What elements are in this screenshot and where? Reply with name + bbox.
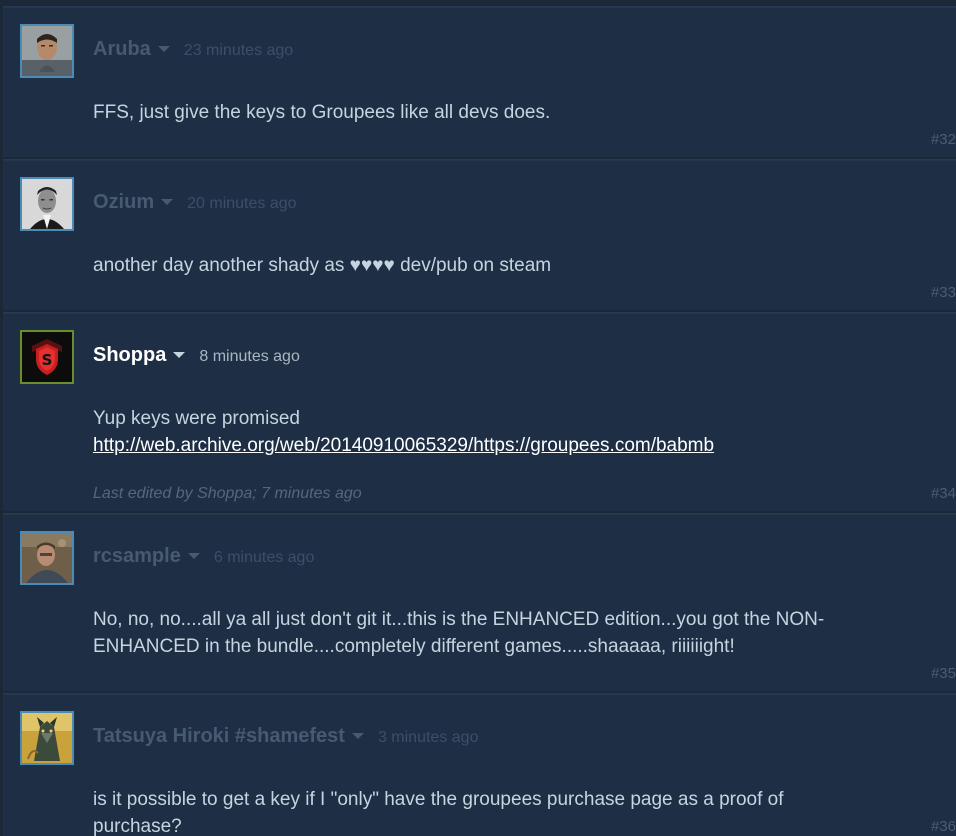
comment-number[interactable]: #33 — [931, 284, 956, 301]
svg-text:S: S — [42, 351, 53, 369]
comment-thread: Aruba 23 minutes ago FFS, just give the … — [0, 0, 956, 836]
avatar-shoppa[interactable]: S — [20, 330, 74, 384]
author-line: Tatsuya Hiroki #shamefest 3 minutes ago — [93, 725, 478, 749]
timestamp: 6 minutes ago — [213, 549, 315, 566]
author-name[interactable]: Tatsuya Hiroki #shamefest — [93, 725, 345, 748]
author-line: rcsample 6 minutes ago — [93, 545, 314, 569]
comment-number[interactable]: #32 — [931, 131, 956, 148]
chevron-down-icon[interactable] — [161, 199, 174, 205]
avatar-image — [22, 26, 72, 76]
chevron-down-icon[interactable] — [173, 352, 186, 358]
archive-link[interactable]: http://web.archive.org/web/2014091006532… — [93, 435, 714, 456]
timestamp: 8 minutes ago — [199, 348, 300, 365]
avatar-aruba[interactable] — [20, 24, 74, 78]
author-name[interactable]: Aruba — [93, 38, 151, 61]
avatar-rcsample[interactable] — [20, 531, 74, 585]
edited-note: Last edited by Shoppa; 7 minutes ago — [93, 485, 362, 502]
comment-number[interactable]: #34 — [931, 485, 956, 502]
avatar-image — [22, 533, 72, 583]
chevron-down-icon[interactable] — [351, 733, 364, 739]
avatar-image — [22, 179, 72, 229]
comment-32: Aruba 23 minutes ago FFS, just give the … — [3, 6, 956, 157]
shield-s-logo-icon: S — [22, 332, 72, 382]
chevron-down-icon[interactable] — [187, 553, 200, 559]
timestamp: 3 minutes ago — [377, 729, 479, 746]
comment-body: Yup keys were promised http://web.archiv… — [93, 405, 876, 459]
timestamp: 23 minutes ago — [183, 42, 294, 59]
comment-text: is it possible to get a key if I "only" … — [93, 789, 784, 836]
comment-text: Yup keys were promised — [93, 408, 300, 429]
author-name[interactable]: Shoppa — [93, 344, 166, 367]
avatar-tatsuya-hiroki[interactable] — [20, 711, 74, 765]
author-name[interactable]: rcsample — [93, 545, 181, 568]
chevron-down-icon[interactable] — [157, 46, 170, 52]
comment-text: FFS, just give the keys to Groupees like… — [93, 102, 551, 123]
author-name[interactable]: Ozium — [93, 191, 154, 214]
comment-text: another day another shady as ♥♥♥♥ dev/pu… — [93, 255, 552, 276]
author-line: Shoppa 8 minutes ago — [93, 344, 300, 368]
author-line: Aruba 23 minutes ago — [93, 38, 293, 62]
avatar-image — [22, 713, 72, 763]
comment-34: S Shoppa 8 minutes ago Yup keys were pro… — [3, 312, 956, 511]
comment-number[interactable]: #35 — [931, 665, 956, 682]
timestamp: 20 minutes ago — [187, 195, 297, 212]
comment-text: No, no, no....all ya all just don't git … — [93, 609, 825, 657]
avatar-ozium[interactable] — [20, 177, 74, 231]
comment-35: rcsample 6 minutes ago No, no, no....all… — [3, 513, 956, 691]
author-line: Ozium 20 minutes ago — [93, 191, 297, 215]
comment-36: Tatsuya Hiroki #shamefest 3 minutes ago … — [3, 693, 956, 836]
comment-number[interactable]: #36 — [931, 818, 956, 835]
comment-33: Ozium 20 minutes ago another day another… — [3, 159, 956, 310]
